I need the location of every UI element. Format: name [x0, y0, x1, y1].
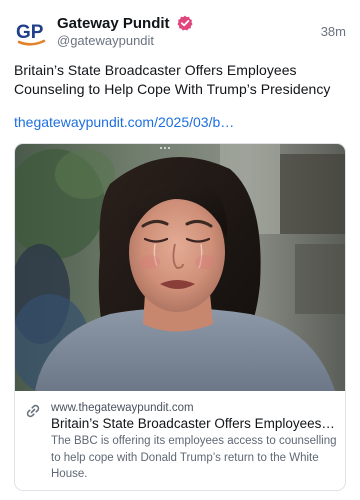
post-timestamp[interactable]: 38m	[321, 24, 346, 40]
card-description: The BBC is offering its employees access…	[51, 435, 337, 480]
link-icon	[26, 404, 40, 418]
author-name[interactable]: Gateway Pundit	[57, 15, 193, 33]
post: GP Gateway Pundit @gatewaypundit 38m Bri…	[0, 0, 360, 500]
link-preview-card[interactable]: www.thegatewaypundit.com Britain’s State…	[14, 143, 346, 491]
author-name-text: Gateway Pundit	[57, 15, 170, 32]
card-domain: www.thegatewaypundit.com	[51, 402, 194, 414]
post-text: Britain’s State Broadcaster Offers Emplo…	[14, 62, 331, 97]
verified-badge-icon	[177, 15, 193, 31]
link-preview-meta[interactable]: www.thegatewaypundit.com Britain’s State…	[15, 392, 345, 490]
crying-woman-photo[interactable]	[15, 144, 345, 391]
avatar-text: GP	[16, 22, 44, 43]
avatar[interactable]: GP	[14, 14, 48, 48]
card-title: Britain’s State Broadcaster Offers Emplo…	[51, 416, 337, 431]
post-link[interactable]: thegatewaypundit.com/2025/03/b…	[14, 113, 234, 131]
author-handle[interactable]: @gatewaypundit	[57, 33, 154, 49]
